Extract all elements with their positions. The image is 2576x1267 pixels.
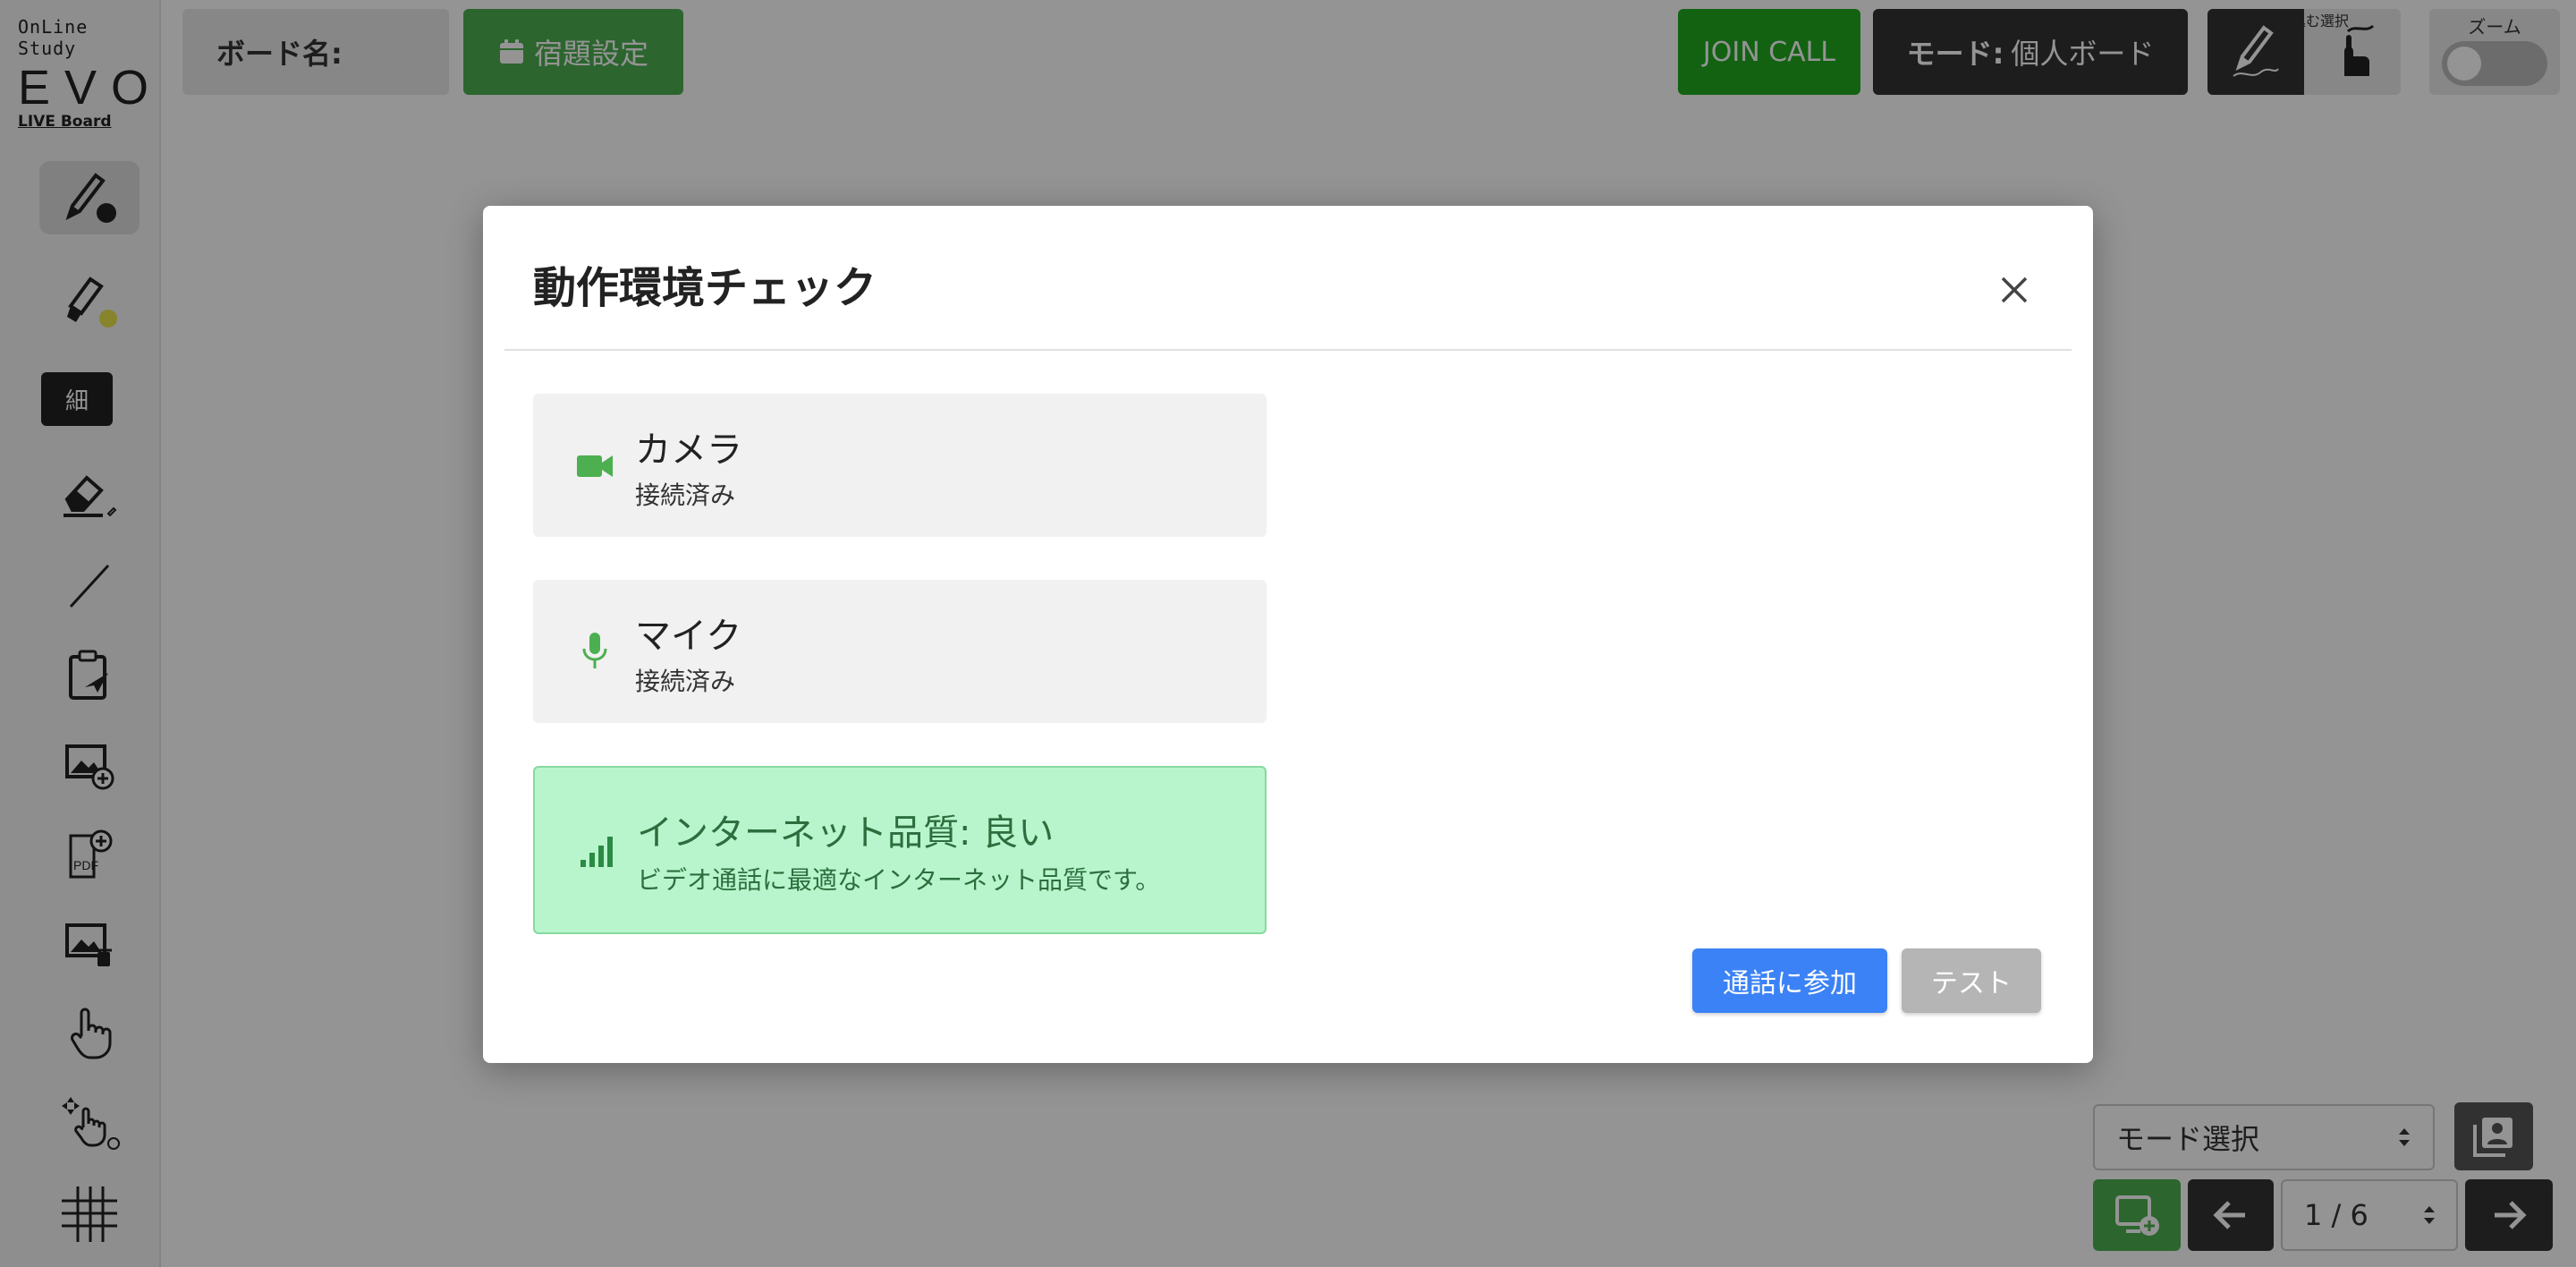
internet-quality-status: ビデオ通話に最適なインターネット品質です。 xyxy=(637,865,1161,895)
dialog-divider xyxy=(504,349,2072,351)
internet-quality-check-card: インターネット品質: 良い ビデオ通話に最適なインターネット品質です。 xyxy=(533,766,1267,934)
video-camera-icon xyxy=(572,444,617,489)
join-call-dialog-button[interactable]: 通話に参加 xyxy=(1692,948,1887,1013)
signal-icon xyxy=(574,829,619,873)
microphone-check-status: 接続済み xyxy=(635,667,736,696)
internet-quality-title: インターネット品質: 良い xyxy=(637,812,1055,854)
microphone-check-card: マイク 接続済み xyxy=(533,580,1267,723)
microphone-icon xyxy=(572,628,617,673)
camera-check-title: カメラ xyxy=(635,429,742,471)
test-button[interactable]: テスト xyxy=(1902,948,2041,1013)
close-icon xyxy=(2001,276,2028,303)
close-button[interactable] xyxy=(1986,261,2043,319)
microphone-check-title: マイク xyxy=(635,616,742,657)
environment-check-dialog: 動作環境チェック カメラ 接続済み マイク 接続済み インターネット品質: 良い… xyxy=(483,206,2093,1063)
dialog-title: 動作環境チェック xyxy=(533,263,877,313)
camera-check-card: カメラ 接続済み xyxy=(533,394,1267,537)
camera-check-status: 接続済み xyxy=(635,480,736,510)
